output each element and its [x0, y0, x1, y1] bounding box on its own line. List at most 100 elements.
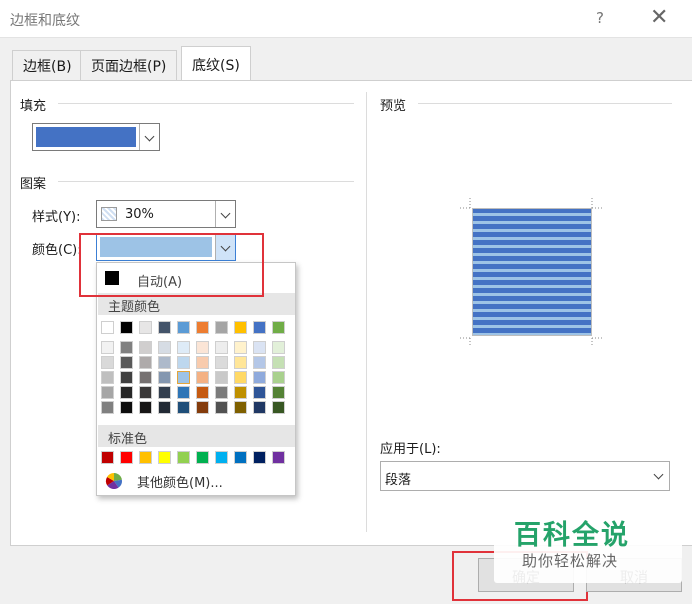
- tint-color-swatch[interactable]: [253, 401, 266, 414]
- style-value: 30%: [125, 207, 154, 222]
- close-icon[interactable]: ✕: [650, 5, 668, 30]
- tint-color-swatch[interactable]: [272, 401, 285, 414]
- tint-color-swatch[interactable]: [120, 356, 133, 369]
- standard-color-swatch[interactable]: [215, 451, 228, 464]
- tint-color-swatch[interactable]: [253, 386, 266, 399]
- tint-color-swatch[interactable]: [196, 401, 209, 414]
- tint-color-swatch[interactable]: [272, 341, 285, 354]
- theme-color-swatch[interactable]: [120, 321, 133, 334]
- theme-color-swatch[interactable]: [215, 321, 228, 334]
- fill-color-combo[interactable]: [32, 123, 160, 151]
- tint-color-swatch[interactable]: [196, 371, 209, 384]
- tab-page-borders[interactable]: 页面边框(P): [80, 50, 178, 80]
- tint-color-swatch[interactable]: [101, 371, 114, 384]
- color-label: 颜色(C):: [32, 243, 82, 258]
- tint-color-swatch[interactable]: [158, 341, 171, 354]
- tab-shading[interactable]: 底纹(S): [181, 46, 251, 81]
- tint-color-swatch[interactable]: [177, 386, 190, 399]
- tint-color-swatch[interactable]: [139, 341, 152, 354]
- tint-color-swatch[interactable]: [215, 341, 228, 354]
- standard-color-swatch[interactable]: [158, 451, 171, 464]
- tint-color-swatch[interactable]: [139, 371, 152, 384]
- theme-color-swatch[interactable]: [196, 321, 209, 334]
- tint-color-swatch[interactable]: [272, 356, 285, 369]
- tint-color-swatch[interactable]: [253, 356, 266, 369]
- theme-color-swatch[interactable]: [177, 321, 190, 334]
- tint-color-swatch[interactable]: [158, 356, 171, 369]
- standard-color-swatch[interactable]: [139, 451, 152, 464]
- tint-color-swatch[interactable]: [234, 341, 247, 354]
- standard-color-swatch[interactable]: [196, 451, 209, 464]
- tint-column: [253, 341, 266, 416]
- tint-color-swatch[interactable]: [196, 356, 209, 369]
- preview-group-label: 预览: [380, 99, 407, 114]
- tint-color-swatch[interactable]: [158, 386, 171, 399]
- standard-color-swatch[interactable]: [101, 451, 114, 464]
- tint-color-swatch[interactable]: [272, 371, 285, 384]
- tint-color-swatch[interactable]: [234, 371, 247, 384]
- tint-color-swatch[interactable]: [177, 371, 190, 384]
- tint-color-swatch[interactable]: [120, 401, 133, 414]
- tint-color-swatch[interactable]: [139, 401, 152, 414]
- tint-color-swatch[interactable]: [196, 341, 209, 354]
- standard-colors-header: 标准色: [98, 425, 295, 447]
- tint-color-swatch[interactable]: [139, 386, 152, 399]
- tint-color-swatch[interactable]: [234, 386, 247, 399]
- tint-color-swatch[interactable]: [177, 356, 190, 369]
- tint-color-swatch[interactable]: [120, 371, 133, 384]
- tint-color-swatch[interactable]: [196, 386, 209, 399]
- tint-color-swatch[interactable]: [139, 356, 152, 369]
- standard-color-swatch[interactable]: [253, 451, 266, 464]
- theme-color-swatch[interactable]: [253, 321, 266, 334]
- chevron-down-icon[interactable]: [649, 462, 669, 490]
- tint-color-swatch[interactable]: [101, 386, 114, 399]
- color-picker-popup: 自动(A) 主题颜色 标准色 其他颜色(M)...: [96, 262, 296, 496]
- pattern-swatch-icon: [101, 207, 117, 221]
- standard-color-swatch[interactable]: [177, 451, 190, 464]
- tint-color-swatch[interactable]: [234, 356, 247, 369]
- tint-color-swatch[interactable]: [272, 386, 285, 399]
- watermark-slogan: 助你轻松解决: [522, 552, 619, 570]
- tint-color-swatch[interactable]: [120, 386, 133, 399]
- chevron-down-icon[interactable]: [215, 201, 235, 227]
- standard-color-swatch[interactable]: [120, 451, 133, 464]
- tint-color-swatch[interactable]: [253, 341, 266, 354]
- tint-color-swatch[interactable]: [158, 371, 171, 384]
- tint-column: [120, 341, 133, 416]
- help-icon[interactable]: ?: [596, 9, 604, 27]
- dialog-title: 边框和底纹: [10, 13, 80, 29]
- tint-color-swatch[interactable]: [215, 356, 228, 369]
- tint-color-swatch[interactable]: [253, 371, 266, 384]
- tint-color-swatch[interactable]: [101, 356, 114, 369]
- theme-color-swatch[interactable]: [272, 321, 285, 334]
- tint-color-swatch[interactable]: [177, 401, 190, 414]
- theme-color-swatch[interactable]: [101, 321, 114, 334]
- tint-color-swatch[interactable]: [101, 401, 114, 414]
- apply-to-combo[interactable]: 段落: [380, 461, 670, 491]
- theme-color-swatch[interactable]: [158, 321, 171, 334]
- tint-color-swatch[interactable]: [101, 341, 114, 354]
- style-label: 样式(Y):: [32, 210, 81, 225]
- divider: [58, 181, 354, 182]
- tint-color-swatch[interactable]: [158, 401, 171, 414]
- tint-column: [215, 341, 228, 416]
- tint-color-swatch[interactable]: [215, 386, 228, 399]
- tint-color-swatch[interactable]: [215, 371, 228, 384]
- apply-to-value: 段落: [385, 473, 412, 488]
- divider: [418, 103, 672, 104]
- tint-color-swatch[interactable]: [215, 401, 228, 414]
- tab-borders[interactable]: 边框(B): [12, 50, 83, 80]
- tint-color-swatch[interactable]: [177, 341, 190, 354]
- tint-color-swatch[interactable]: [120, 341, 133, 354]
- tint-color-swatch[interactable]: [234, 401, 247, 414]
- standard-color-swatch[interactable]: [272, 451, 285, 464]
- color-wheel-icon: [105, 473, 123, 490]
- chevron-down-icon[interactable]: [139, 124, 159, 150]
- tint-column: [234, 341, 247, 416]
- theme-color-swatch[interactable]: [234, 321, 247, 334]
- watermark: 百科全说 助你轻松解决: [494, 505, 682, 583]
- standard-color-swatch[interactable]: [234, 451, 247, 464]
- fill-group-label: 填充: [20, 99, 47, 114]
- style-combo[interactable]: 30%: [96, 200, 236, 228]
- theme-color-swatch[interactable]: [139, 321, 152, 334]
